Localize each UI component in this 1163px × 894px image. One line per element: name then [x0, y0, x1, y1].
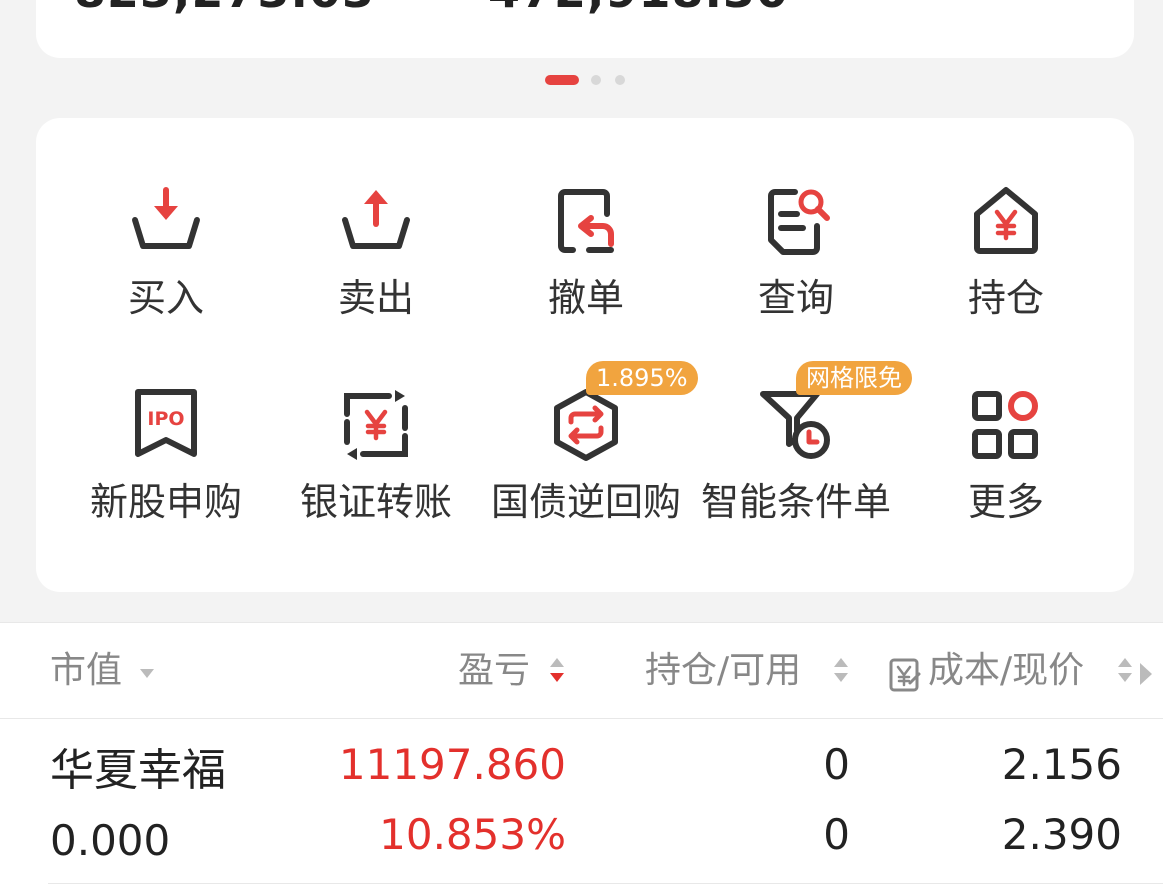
- stock-pnl: 11197.860: [338, 740, 566, 789]
- tool-reverse-repo[interactable]: 国债逆回购: [481, 388, 691, 558]
- account-summary-card: 823,273.03 472,918.30: [36, 0, 1134, 58]
- cancel-order-icon: [558, 189, 614, 253]
- holdings-house-icon: [974, 187, 1038, 254]
- tool-label: 买入: [127, 276, 204, 320]
- header-pnl[interactable]: 盈亏: [458, 647, 530, 695]
- scroll-right-arrow-icon[interactable]: [1138, 661, 1154, 687]
- tool-label: 新股申购: [89, 480, 242, 524]
- reverse-repo-icon: [554, 389, 618, 461]
- stock-position: 0: [823, 740, 850, 789]
- repo-rate-badge: 1.895%: [586, 361, 698, 395]
- edit-cost-icon[interactable]: [888, 657, 922, 693]
- tool-label: 国债逆回购: [490, 480, 681, 524]
- tool-cancel-order[interactable]: 撤单: [481, 184, 691, 354]
- grid-free-badge: 网格限免: [796, 361, 912, 395]
- stock-market-value: 0.000: [50, 816, 171, 865]
- header-position[interactable]: 持仓/可用: [645, 647, 801, 695]
- sort-desc-icon[interactable]: [548, 655, 566, 685]
- svg-text:IPO: IPO: [147, 408, 184, 430]
- tool-ipo[interactable]: IPO 新股申购: [61, 388, 271, 558]
- tool-label: 查询: [757, 276, 834, 320]
- holdings-table: 市值 盈亏 持仓/可用 成本/现价 华夏幸福 0.000 11197.860 1…: [0, 622, 1163, 894]
- bank-transfer-icon: [344, 390, 408, 460]
- tool-label: 智能条件单: [700, 480, 891, 524]
- pager-dot[interactable]: [615, 75, 625, 85]
- sell-basket-icon: [342, 190, 410, 249]
- stock-cost: 2.156: [1001, 740, 1122, 789]
- pager-dot[interactable]: [591, 75, 601, 85]
- tool-label: 卖出: [337, 276, 414, 320]
- header-label: 市值: [50, 650, 123, 691]
- dropdown-caret-icon[interactable]: [138, 661, 156, 691]
- header-cost-price[interactable]: 成本/现价: [928, 647, 1084, 695]
- sort-toggle-icon[interactable]: [832, 655, 850, 685]
- more-grid-icon: [972, 391, 1038, 459]
- stock-available: 0: [823, 810, 850, 859]
- tool-smart-condition[interactable]: 智能条件单: [691, 388, 901, 558]
- tool-holdings[interactable]: 持仓: [901, 184, 1111, 354]
- tool-label: 银证转账: [299, 480, 452, 524]
- tool-more[interactable]: 更多: [901, 388, 1111, 558]
- sort-toggle-icon[interactable]: [1116, 655, 1134, 685]
- tool-buy[interactable]: 买入: [61, 184, 271, 354]
- stock-pnl-pct: 10.853%: [379, 810, 566, 859]
- tool-label: 更多: [967, 480, 1044, 524]
- trade-tools-grid: 买入 卖出 撤单 查询 持仓 IPO 新股申购 银证转账 国债逆回购 智能条件单…: [36, 118, 1134, 592]
- stock-name: 华夏幸福: [50, 745, 226, 796]
- stock-price: 2.390: [1001, 810, 1122, 859]
- tool-bank-transfer[interactable]: 银证转账: [271, 388, 481, 558]
- market-value-total: 472,918.30: [488, 0, 789, 14]
- carousel-pager[interactable]: [0, 75, 1163, 87]
- tool-query[interactable]: 查询: [691, 184, 901, 354]
- header-label: 成本/现价: [928, 650, 1085, 691]
- total-assets-value: 823,273.03: [74, 0, 375, 14]
- header-label: 持仓/可用: [645, 650, 802, 691]
- tool-label: 持仓: [967, 276, 1044, 320]
- table-header: 市值 盈亏 持仓/可用 成本/现价: [0, 623, 1163, 719]
- header-market-value[interactable]: 市值: [50, 647, 122, 695]
- tool-sell[interactable]: 卖出: [271, 184, 481, 354]
- ipo-bookmark-icon: IPO: [135, 389, 197, 457]
- row-divider: [48, 883, 1163, 884]
- smart-condition-icon: [760, 391, 830, 459]
- header-label: 盈亏: [458, 650, 531, 691]
- query-doc-icon: [768, 189, 830, 255]
- buy-basket-icon: [132, 187, 200, 249]
- tool-label: 撤单: [547, 276, 624, 320]
- pager-dot-active[interactable]: [545, 75, 579, 85]
